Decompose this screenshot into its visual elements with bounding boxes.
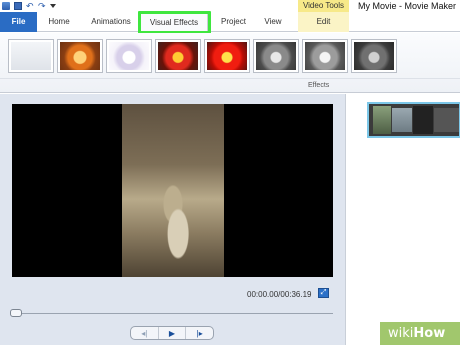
watermark-prefix: wiki [388,326,414,341]
effect-thumbnail-grayscale[interactable] [253,39,299,73]
tab-home[interactable]: Home [37,12,81,32]
effect-thumbnail-pale[interactable] [106,39,152,73]
effect-thumbnail-no-effect[interactable] [8,39,54,73]
next-frame-icon[interactable]: |▸ [186,327,213,339]
video-preview[interactable] [12,104,333,277]
storyboard-clip[interactable] [367,102,460,138]
clip-frame [392,108,412,132]
tab-view[interactable]: View [256,12,290,32]
play-icon[interactable]: ▶ [159,327,187,339]
wikihow-watermark: wikiHow [380,322,460,345]
preview-panel: 00:00.00/00:36.19 ⤢ ◂| ▶ |▸ [0,94,345,345]
playback-controls: ◂| ▶ |▸ [130,326,214,340]
video-frame-image [122,104,224,277]
ribbon-group-divider [0,78,460,79]
quick-access-toolbar: ↶ ↷ [0,0,56,12]
undo-icon[interactable]: ↶ [26,2,34,11]
effect-thumbnail-vivid-red[interactable] [204,39,250,73]
watermark-suffix: How [413,326,446,341]
playback-time: 00:00.00/00:36.19 [247,290,312,299]
tab-edit[interactable]: Edit [298,12,349,32]
video-tools-label: Video Tools [298,0,349,12]
storyboard-pane [345,94,460,345]
effects-ribbon: Effects [0,33,460,93]
previous-frame-icon[interactable]: ◂| [131,327,159,339]
tab-file[interactable]: File [0,12,37,32]
effect-thumbnail-warm[interactable] [57,39,103,73]
clip-frame [434,108,459,132]
effects-group-label: Effects [308,82,330,89]
effect-thumbnail-saturated-red[interactable] [155,39,201,73]
fullscreen-icon[interactable]: ⤢ [318,288,329,298]
visual-effects-highlight-box [138,11,211,34]
clip-frame [413,106,433,134]
ribbon-tabs: File Home Animations Visual Effects Proj… [0,12,460,32]
redo-icon[interactable]: ↷ [38,2,46,11]
workspace: 00:00.00/00:36.19 ⤢ ◂| ▶ |▸ [0,94,460,345]
effect-thumbnail-grayscale-light[interactable] [302,39,348,73]
customize-dropdown-icon[interactable] [50,4,56,8]
seek-bar[interactable] [12,313,333,314]
document-title: My Movie - Movie Maker [358,1,457,11]
app-icon[interactable] [2,2,10,10]
effect-thumbnail-grayscale-dark[interactable] [351,39,397,73]
effects-gallery [8,39,397,73]
tab-animations[interactable]: Animations [81,12,141,32]
title-bar: ↶ ↷ Video Tools My Movie - Movie Maker [0,0,460,12]
save-icon[interactable] [14,2,22,10]
tab-project[interactable]: Project [211,12,256,32]
clip-frame [373,106,391,134]
seek-bar-thumb[interactable] [10,309,22,317]
